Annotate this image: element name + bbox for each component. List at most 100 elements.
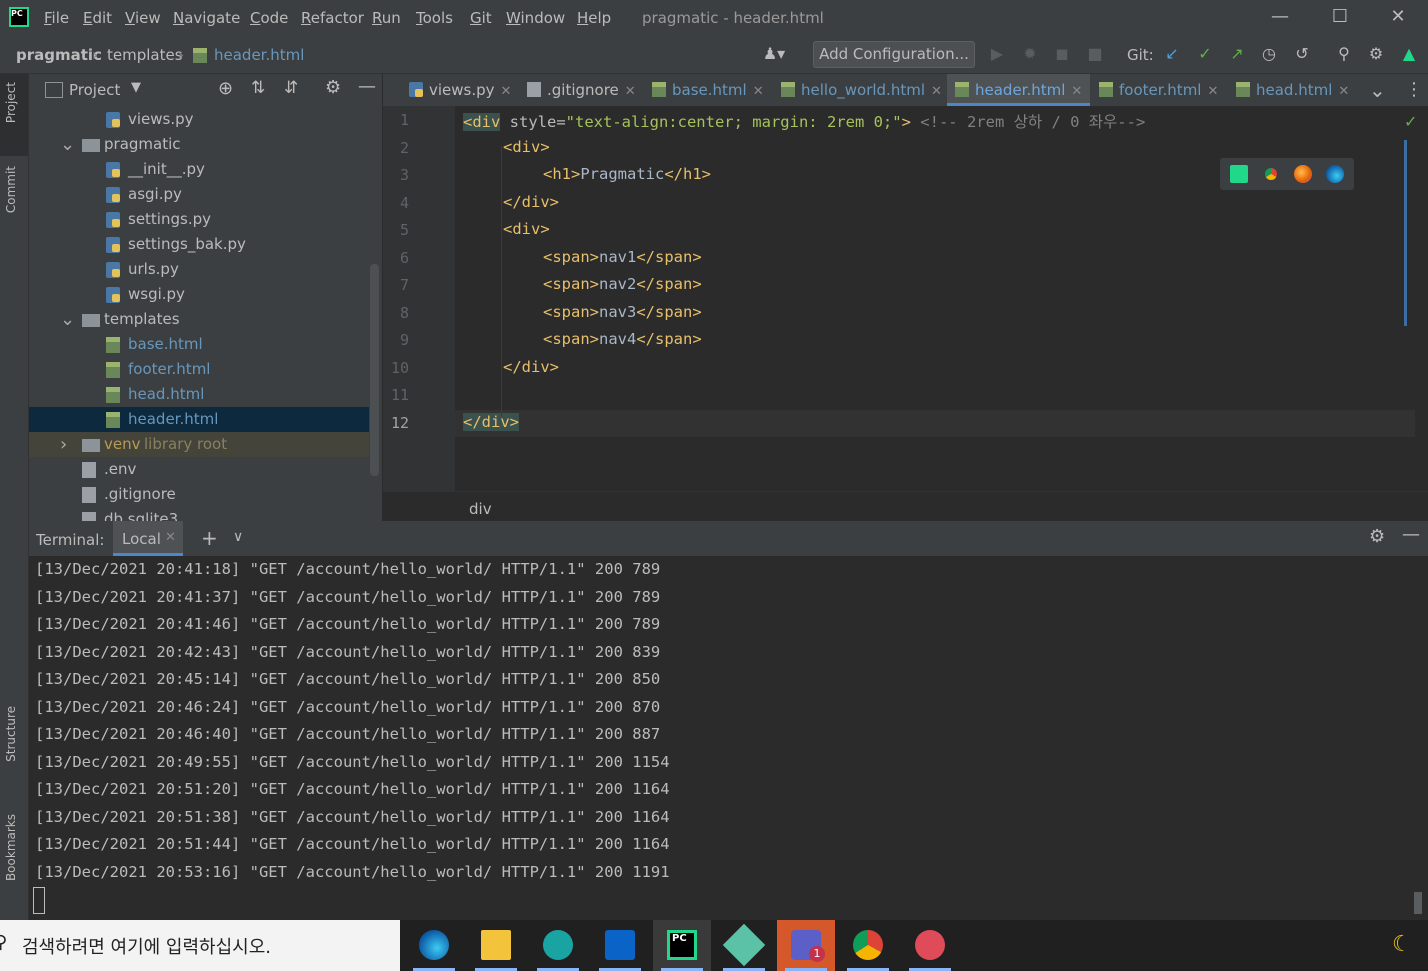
chevron-down-icon[interactable]: ∨ <box>233 529 243 545</box>
night-light-icon[interactable]: ☾ <box>1392 932 1412 957</box>
code-with-me-icon[interactable]: ▲ <box>1398 43 1420 65</box>
tree-item-header-html[interactable]: header.html <box>29 407 369 432</box>
settings-icon[interactable]: ⚙ <box>325 77 341 98</box>
history-icon[interactable]: ◷ <box>1258 43 1280 65</box>
close-tab-icon[interactable]: ✕ <box>1071 84 1082 99</box>
settings-icon[interactable]: ⚙ <box>1365 43 1387 65</box>
code-line[interactable]: </div> <box>463 412 519 431</box>
tree-item-base-html[interactable]: base.html <box>29 332 369 357</box>
code-line[interactable]: </div> <box>503 358 559 376</box>
terminal-scrollbar[interactable] <box>1414 892 1422 914</box>
breadcrumb-file[interactable]: header.html <box>214 46 304 64</box>
close-icon[interactable]: ✕ <box>1383 6 1413 30</box>
editor-tab-views-py[interactable]: views.py ✕ <box>409 74 511 106</box>
tree-item-templates[interactable]: ⌄ templates <box>29 307 369 332</box>
pycharm-browser-icon[interactable] <box>1230 165 1248 183</box>
tree-item-footer-html[interactable]: footer.html <box>29 357 369 382</box>
edge-icon[interactable] <box>1326 165 1344 183</box>
tree-item-pragmatic[interactable]: ⌄ pragmatic <box>29 132 369 157</box>
menu-navigate[interactable]: Navigate <box>173 9 240 27</box>
tree-item-settings-bak-py[interactable]: settings_bak.py <box>29 232 369 257</box>
chevron-down-icon[interactable]: ▼ <box>131 80 141 95</box>
minimize-icon[interactable]: — <box>1265 6 1295 30</box>
tree-item-venv[interactable]: › venv library root <box>29 432 369 457</box>
menu-window[interactable]: Window <box>506 9 565 27</box>
close-tab-icon[interactable]: ✕ <box>753 84 764 99</box>
tool-tab-project[interactable]: Project <box>4 82 18 123</box>
more-options-icon[interactable]: ⋮ <box>1405 74 1423 106</box>
menu-git[interactable]: Git <box>470 9 492 27</box>
close-tab-icon[interactable]: ✕ <box>1207 84 1218 99</box>
taskbar-app-git-kraken[interactable] <box>715 920 773 971</box>
taskbar-app-pycharm[interactable]: PC <box>653 920 711 971</box>
tree-item-db-sqlite3[interactable]: db.sqlite3 <box>29 507 369 521</box>
git-update-icon[interactable]: ↙ <box>1161 43 1183 65</box>
taskbar-app-edge[interactable] <box>405 920 463 971</box>
taskbar-app-file-explorer[interactable] <box>467 920 525 971</box>
code-line[interactable]: </div> <box>503 193 559 211</box>
editor-tab-footer-html[interactable]: footer.html ✕ <box>1099 74 1218 106</box>
run-icon[interactable]: ▶ <box>986 43 1008 65</box>
code-line[interactable]: <span>nav3</span> <box>543 303 702 321</box>
tree-item-settings-py[interactable]: settings.py <box>29 207 369 232</box>
chevron-down-icon[interactable]: ⌄ <box>60 307 75 332</box>
code-line[interactable]: <span>nav2</span> <box>543 275 702 293</box>
tree-item--init-py[interactable]: __init__.py <box>29 157 369 182</box>
add-configuration-button[interactable]: Add Configuration... <box>813 41 975 68</box>
close-tab-icon[interactable]: ✕ <box>1338 84 1349 99</box>
terminal-output[interactable]: [13/Dec/2021 20:41:18] "GET /account/hel… <box>29 556 1428 920</box>
hide-panel-icon[interactable]: — <box>358 76 376 97</box>
editor-tab-head-html[interactable]: head.html ✕ <box>1236 74 1349 106</box>
taskbar-app-search-app[interactable] <box>529 920 587 971</box>
chevron-down-icon[interactable]: ⌄ <box>60 132 75 157</box>
taskbar-app-snipping-tool[interactable] <box>901 920 959 971</box>
code-line[interactable]: <span>nav4</span> <box>543 330 702 348</box>
chevron-right-icon[interactable]: › <box>60 432 74 457</box>
chevron-down-icon[interactable]: ⌄ <box>1369 74 1386 106</box>
tree-scrollbar[interactable] <box>370 264 379 476</box>
code-line[interactable]: <div> <box>503 138 550 156</box>
tree-item-views-py[interactable]: views.py <box>29 107 369 132</box>
tree-item--env[interactable]: .env <box>29 457 369 482</box>
expand-all-icon[interactable]: ⇅ <box>251 78 265 98</box>
taskbar-app-outlook[interactable] <box>591 920 649 971</box>
collapse-all-icon[interactable]: ⇵ <box>284 78 298 98</box>
git-commit-icon[interactable]: ✓ <box>1194 43 1216 65</box>
firefox-icon[interactable] <box>1294 165 1312 183</box>
tree-item-head-html[interactable]: head.html <box>29 382 369 407</box>
search-icon[interactable]: ⚲ <box>1333 43 1355 65</box>
coverage-icon[interactable]: ◼ <box>1051 43 1073 65</box>
breadcrumb-templates[interactable]: templates <box>107 46 183 64</box>
locate-icon[interactable]: ⊕ <box>218 78 233 99</box>
taskbar-search-box[interactable]: ⚲ 검색하려면 여기에 입력하십시오. <box>0 920 400 971</box>
menu-run[interactable]: Run <box>372 9 401 27</box>
menu-edit[interactable]: Edit <box>83 9 112 27</box>
terminal-tab-local[interactable]: Local ✕ <box>113 521 183 556</box>
menu-refactor[interactable]: Refactor <box>301 9 364 27</box>
code-line[interactable]: <div style="text-align:center; margin: 2… <box>463 110 1145 132</box>
menu-view[interactable]: View <box>125 9 161 27</box>
git-push-icon[interactable]: ↗ <box>1226 43 1248 65</box>
chrome-icon[interactable] <box>1262 165 1280 183</box>
editor-tab-base-html[interactable]: base.html ✕ <box>652 74 764 106</box>
close-tab-icon[interactable]: ✕ <box>501 84 512 99</box>
menu-tools[interactable]: Tools <box>416 9 453 27</box>
stop-icon[interactable]: ■ <box>1084 43 1106 65</box>
project-view-label[interactable]: Project <box>69 81 120 99</box>
structure-breadcrumb[interactable]: div <box>469 500 492 518</box>
menu-code[interactable]: Code <box>250 9 288 27</box>
tool-tab-commit[interactable]: Commit <box>4 166 18 213</box>
maximize-icon[interactable]: ☐ <box>1325 6 1355 30</box>
editor-tab-hello-world-html[interactable]: hello_world.html ✕ <box>781 74 942 106</box>
hide-panel-icon[interactable]: — <box>1402 524 1420 545</box>
tree-item-asgi-py[interactable]: asgi.py <box>29 182 369 207</box>
rollback-icon[interactable]: ↺ <box>1291 43 1313 65</box>
breadcrumb-project[interactable]: pragmatic <box>16 46 102 64</box>
menu-file[interactable]: File <box>44 9 69 27</box>
debug-icon[interactable]: ✹ <box>1019 43 1041 65</box>
code-line[interactable]: <h1>Pragmatic</h1> <box>543 165 711 183</box>
tool-tab-bookmarks[interactable]: Bookmarks <box>4 814 18 881</box>
user-icon[interactable]: ♟▾ <box>758 43 790 65</box>
taskbar-app-chrome[interactable] <box>839 920 897 971</box>
taskbar-app-teams[interactable]: 1 <box>777 920 835 971</box>
